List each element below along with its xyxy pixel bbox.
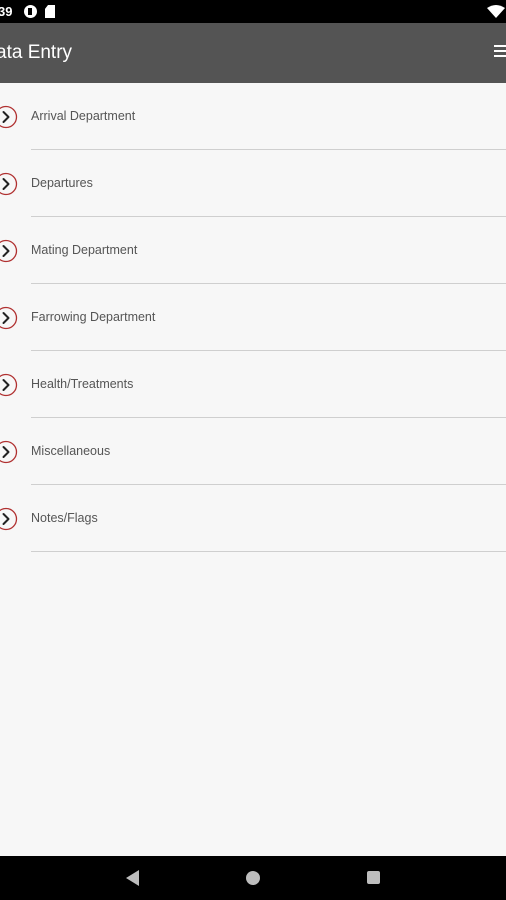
back-icon[interactable] xyxy=(126,870,139,886)
chevron-right-circle-icon xyxy=(0,373,18,397)
divider xyxy=(31,551,506,552)
chevron-right-circle-icon xyxy=(0,239,18,263)
menu-item-arrival-department[interactable]: Arrival Department xyxy=(0,83,506,150)
app-bar: ata Entry xyxy=(0,23,506,83)
menu-item-label: Farrowing Department xyxy=(31,310,156,324)
menu-item-label: Notes/Flags xyxy=(31,511,98,525)
chevron-right-circle-icon xyxy=(0,507,18,531)
menu-item-label: Mating Department xyxy=(31,243,138,257)
menu-item-health-treatments[interactable]: Health/Treatments xyxy=(0,351,506,418)
status-bar: 39 xyxy=(0,0,506,23)
chevron-right-circle-icon xyxy=(0,440,18,464)
menu-item-mating-department[interactable]: Mating Department xyxy=(0,217,506,284)
menu-item-miscellaneous[interactable]: Miscellaneous xyxy=(0,418,506,485)
p-badge-icon xyxy=(24,5,37,18)
menu-item-label: Miscellaneous xyxy=(31,444,111,458)
chevron-right-circle-icon xyxy=(0,172,18,196)
wifi-icon xyxy=(487,5,505,18)
chevron-right-circle-icon xyxy=(0,306,18,330)
data-entry-menu: Arrival Department Departures Mating Dep… xyxy=(0,83,506,552)
hamburger-menu-icon[interactable] xyxy=(494,44,506,58)
menu-item-notes-flags[interactable]: Notes/Flags xyxy=(0,485,506,552)
home-icon[interactable] xyxy=(246,871,260,885)
menu-item-label: Arrival Department xyxy=(31,109,136,123)
menu-item-label: Health/Treatments xyxy=(31,377,134,391)
sd-card-icon xyxy=(45,5,55,18)
system-nav-bar xyxy=(0,856,506,900)
page-title: ata Entry xyxy=(0,42,73,63)
menu-item-farrowing-department[interactable]: Farrowing Department xyxy=(0,284,506,351)
menu-item-departures[interactable]: Departures xyxy=(0,150,506,217)
status-time: 39 xyxy=(0,4,13,19)
recent-apps-icon[interactable] xyxy=(367,871,380,884)
chevron-right-circle-icon xyxy=(0,105,18,129)
menu-item-label: Departures xyxy=(31,176,93,190)
